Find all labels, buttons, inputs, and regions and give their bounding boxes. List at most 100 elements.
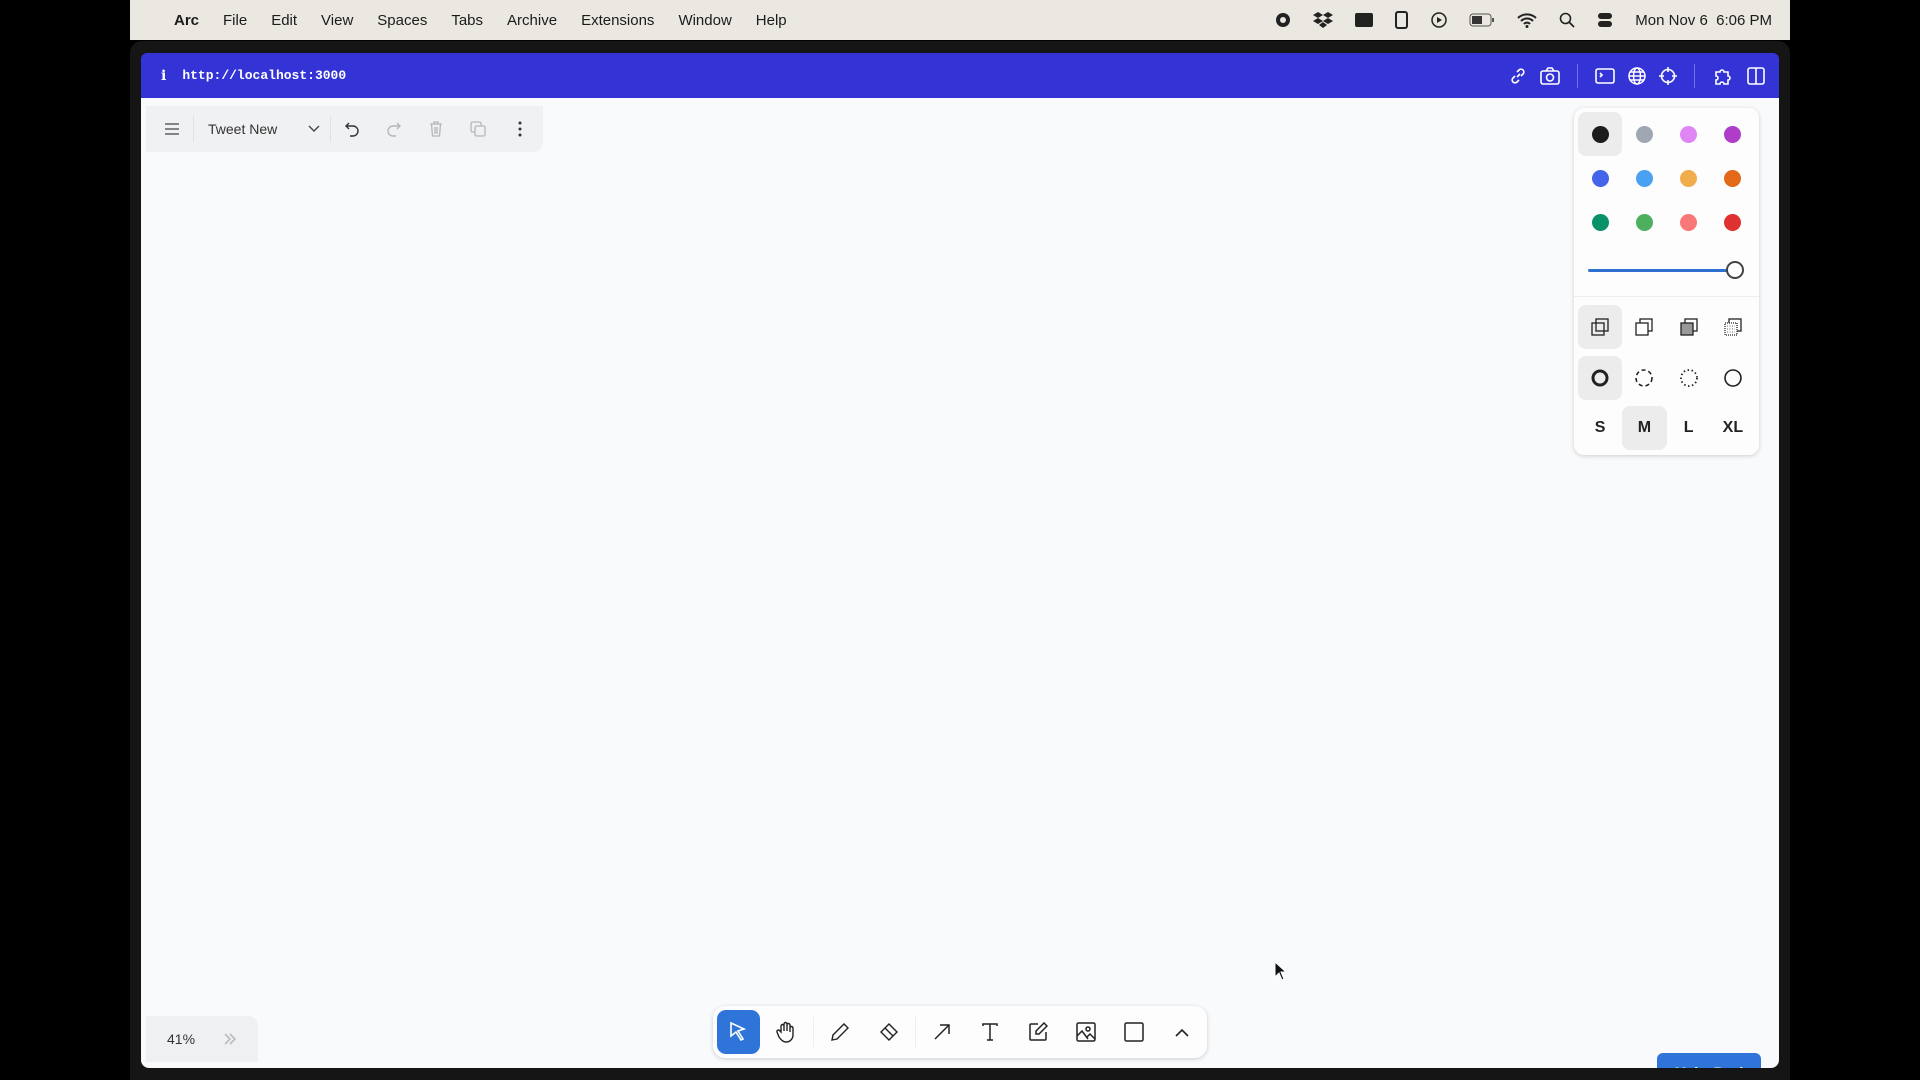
text-tool-button[interactable] — [968, 1010, 1011, 1054]
menu-spaces[interactable]: Spaces — [377, 12, 427, 29]
record-icon[interactable] — [1275, 12, 1291, 28]
menu-icon — [164, 122, 180, 136]
document-name: Tweet New — [208, 121, 308, 137]
make-real-button[interactable]: Make Real — [1657, 1053, 1761, 1068]
duplicate-button[interactable] — [461, 112, 495, 146]
arrow-icon — [933, 1023, 951, 1041]
more-options-button[interactable] — [503, 112, 537, 146]
select-tool-button[interactable] — [717, 1010, 760, 1054]
opacity-slider-track[interactable] — [1588, 269, 1734, 272]
spotlight-search-icon[interactable] — [1559, 12, 1575, 28]
color-dot — [1680, 170, 1697, 187]
draw-tool-button[interactable] — [819, 1010, 862, 1054]
menu-archive[interactable]: Archive — [507, 12, 557, 29]
copy-link-icon[interactable] — [1509, 67, 1527, 85]
phone-icon[interactable] — [1395, 11, 1409, 29]
color-picker — [1578, 112, 1755, 244]
dash-dashed-button[interactable] — [1622, 356, 1666, 400]
menu-edit[interactable]: Edit — [271, 12, 297, 29]
color-swatch-4[interactable] — [1711, 112, 1755, 156]
size-m-button[interactable]: M — [1622, 406, 1666, 450]
duplicate-icon — [470, 121, 486, 137]
terminal-icon[interactable] — [1595, 67, 1615, 85]
wifi-icon[interactable] — [1517, 13, 1537, 28]
size-xl-button[interactable]: XL — [1711, 406, 1755, 450]
menu-app-name[interactable]: Arc — [174, 12, 199, 29]
site-info-icon[interactable]: i — [161, 68, 166, 84]
opacity-slider[interactable] — [1588, 258, 1748, 282]
image-tool-button[interactable] — [1064, 1010, 1107, 1054]
text-icon — [981, 1022, 999, 1042]
url-bar: i http://localhost:3000 — [141, 53, 1779, 98]
color-swatch-5[interactable] — [1578, 156, 1622, 200]
fill-none-icon — [1591, 318, 1609, 336]
color-dot — [1636, 170, 1653, 187]
color-swatch-2[interactable] — [1622, 112, 1666, 156]
camera-icon[interactable] — [1540, 67, 1560, 85]
browser-window: i http://localhost:3000 Tweet New — [130, 41, 1790, 1080]
undo-button[interactable] — [335, 112, 369, 146]
color-dot — [1724, 170, 1741, 187]
menu-help[interactable]: Help — [756, 12, 787, 29]
color-swatch-6[interactable] — [1622, 156, 1666, 200]
color-swatch-9[interactable] — [1578, 200, 1622, 244]
menu-tabs[interactable]: Tabs — [451, 12, 483, 29]
zoom-level[interactable]: 41% — [167, 1031, 223, 1047]
dash-dotted-icon — [1679, 368, 1699, 388]
clock[interactable]: Mon Nov 6 6:06 PM — [1635, 12, 1772, 29]
menu-view[interactable]: View — [321, 12, 353, 29]
arrow-tool-button[interactable] — [921, 1010, 964, 1054]
extensions-icon[interactable] — [1712, 67, 1734, 85]
battery-icon[interactable] — [1469, 13, 1495, 27]
fill-pattern-icon — [1724, 318, 1742, 336]
rectangle-tool-button[interactable] — [1112, 1010, 1155, 1054]
color-swatch-1[interactable] — [1578, 112, 1622, 156]
color-swatch-3[interactable] — [1667, 112, 1711, 156]
size-l-button[interactable]: L — [1667, 406, 1711, 450]
divider — [1694, 64, 1695, 88]
fill-pattern-button[interactable] — [1711, 305, 1755, 349]
delete-button[interactable] — [419, 112, 453, 146]
color-dot — [1592, 126, 1609, 143]
redo-button[interactable] — [377, 112, 411, 146]
note-tool-button[interactable] — [1016, 1010, 1059, 1054]
fill-semi-button[interactable] — [1622, 305, 1666, 349]
hamburger-menu-button[interactable] — [155, 112, 189, 146]
menu-window[interactable]: Window — [678, 12, 731, 29]
color-swatch-10[interactable] — [1622, 200, 1666, 244]
dash-draw-button[interactable] — [1578, 356, 1622, 400]
url-text[interactable]: http://localhost:3000 — [182, 68, 346, 83]
globe-icon[interactable] — [1628, 67, 1646, 85]
window-app-icon[interactable] — [1355, 13, 1373, 27]
color-dot — [1636, 214, 1653, 231]
url-actions — [1509, 53, 1765, 98]
document-name-dropdown[interactable]: Tweet New — [202, 121, 326, 137]
more-tools-button[interactable] — [1160, 1010, 1203, 1054]
hand-tool-button[interactable] — [765, 1010, 808, 1054]
menu-file[interactable]: File — [223, 12, 247, 29]
split-view-icon[interactable] — [1747, 67, 1765, 85]
fill-none-button[interactable] — [1578, 305, 1622, 349]
chevron-up-icon — [1175, 1028, 1189, 1037]
chevrons-right-icon[interactable] — [223, 1033, 237, 1045]
color-swatch-12[interactable] — [1711, 200, 1755, 244]
color-swatch-7[interactable] — [1667, 156, 1711, 200]
eraser-tool-button[interactable] — [867, 1010, 910, 1054]
target-icon[interactable] — [1659, 66, 1677, 86]
menu-extensions[interactable]: Extensions — [581, 12, 654, 29]
redo-icon — [386, 121, 402, 137]
color-dot — [1592, 170, 1609, 187]
dash-solid-button[interactable] — [1711, 356, 1755, 400]
rectangle-icon — [1124, 1022, 1144, 1042]
fill-solid-button[interactable] — [1667, 305, 1711, 349]
control-center-icon[interactable] — [1597, 12, 1613, 28]
size-s-button[interactable]: S — [1578, 406, 1622, 450]
color-swatch-11[interactable] — [1667, 200, 1711, 244]
dash-dotted-button[interactable] — [1667, 356, 1711, 400]
color-swatch-8[interactable] — [1711, 156, 1755, 200]
play-icon[interactable] — [1431, 12, 1447, 28]
drawing-canvas[interactable]: Tweet New — [141, 98, 1779, 1068]
opacity-slider-thumb[interactable] — [1726, 261, 1744, 279]
dropbox-icon[interactable] — [1313, 11, 1333, 29]
divider — [193, 116, 194, 142]
